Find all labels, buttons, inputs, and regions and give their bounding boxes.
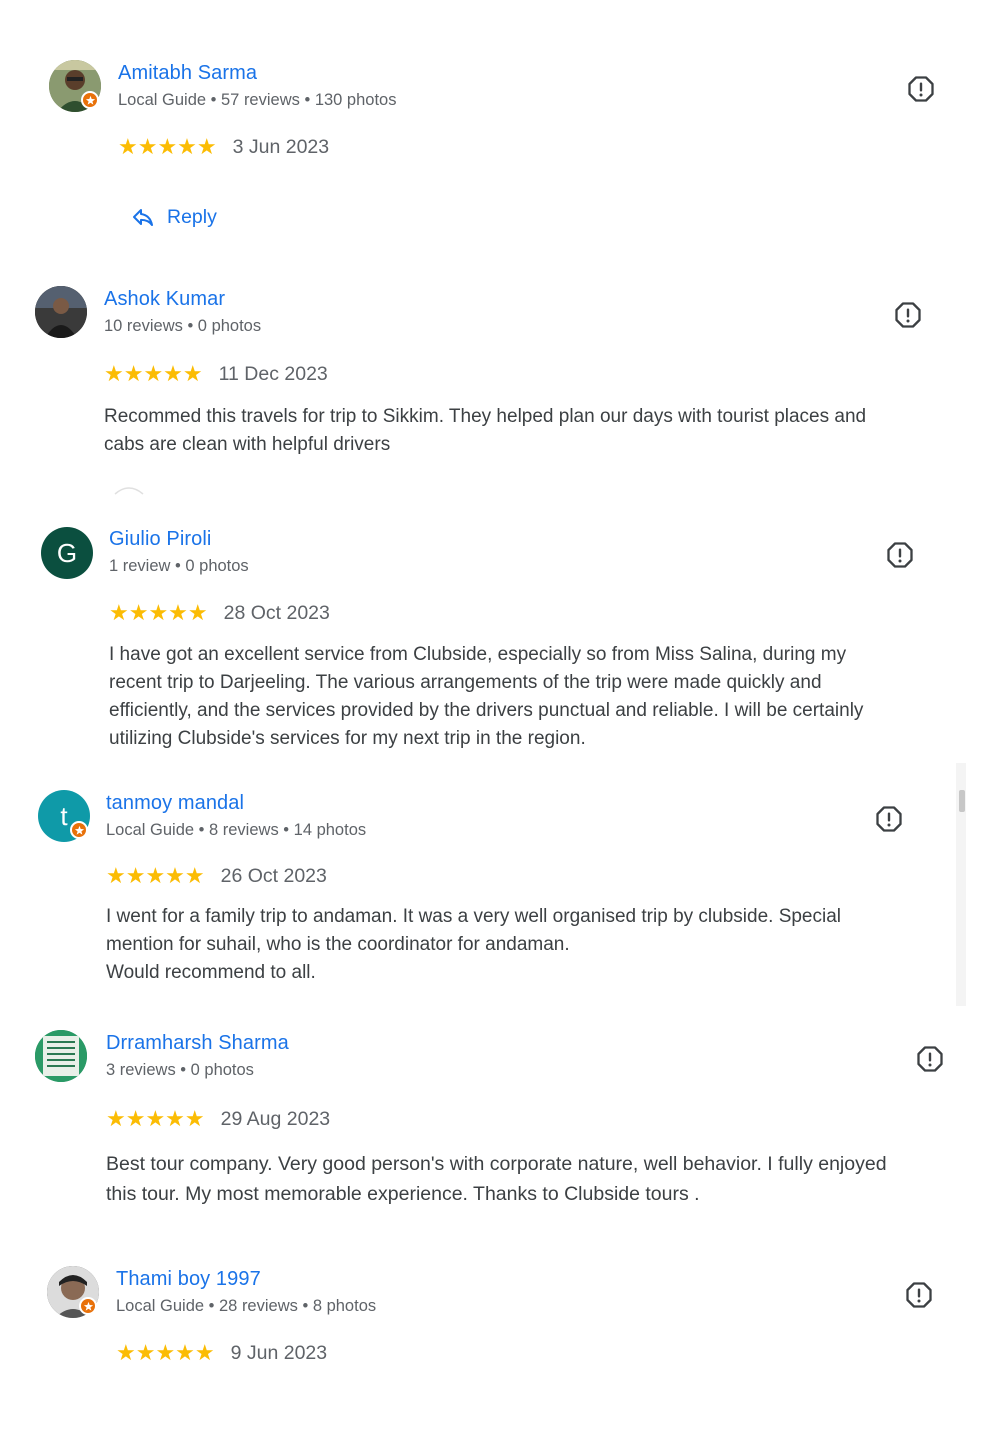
local-guide-badge-icon (81, 91, 99, 109)
rating-row: ★★★★★ 3 Jun 2023 (118, 136, 329, 159)
scrollbar-thumb[interactable] (959, 790, 965, 812)
star-rating: ★★★★★ (106, 1106, 205, 1132)
star-rating: ★★★★★ (118, 134, 217, 160)
reviewer-meta: 1 review • 0 photos (109, 557, 249, 575)
rating-row: ★★★★★ 29 Aug 2023 (106, 1108, 330, 1131)
report-flag-icon[interactable] (907, 75, 935, 103)
reviewer-name[interactable]: Thami boy 1997 (116, 1268, 261, 1291)
review-card: Amitabh Sarma Local Guide • 57 reviews •… (0, 0, 1000, 260)
report-flag-icon[interactable] (905, 1281, 933, 1309)
reply-arrow-icon (133, 209, 153, 226)
rating-row: ★★★★★ 9 Jun 2023 (116, 1342, 327, 1365)
reviewer-meta: 3 reviews • 0 photos (106, 1061, 254, 1079)
review-date: 29 Aug 2023 (220, 1108, 331, 1130)
rating-row: ★★★★★ 28 Oct 2023 (109, 602, 330, 625)
report-flag-icon[interactable] (916, 1045, 944, 1073)
report-flag-icon[interactable] (886, 541, 914, 569)
local-guide-badge-icon (79, 1297, 97, 1315)
reviewer-meta: Local Guide • 57 reviews • 130 photos (118, 91, 397, 109)
loading-indicator (114, 487, 144, 495)
review-text: Recommed this travels for trip to Sikkim… (104, 406, 867, 455)
avatar-letter: G (56, 537, 78, 568)
reply-label: Reply (167, 205, 217, 228)
reviewer-meta: Local Guide • 8 reviews • 14 photos (106, 821, 367, 839)
review-date: 3 Jun 2023 (232, 136, 330, 158)
star-rating: ★★★★★ (116, 1340, 215, 1366)
report-flag-icon[interactable] (875, 805, 903, 833)
avatar[interactable]: G (41, 527, 93, 579)
reviewer-meta: 10 reviews • 0 photos (104, 317, 262, 335)
avatar[interactable] (35, 286, 87, 338)
review-date: 26 Oct 2023 (220, 865, 327, 887)
star-rating: ★★★★★ (109, 600, 208, 626)
star-rating: ★★★★★ (104, 361, 203, 387)
reviewer-name[interactable]: Drramharsh Sharma (106, 1032, 289, 1055)
reviewer-meta: Local Guide • 28 reviews • 8 photos (116, 1297, 377, 1315)
review-date: 9 Jun 2023 (230, 1342, 328, 1364)
star-rating: ★★★★★ (106, 863, 205, 889)
review-text: Best tour company. Very good person's wi… (106, 1153, 887, 1205)
report-flag-icon[interactable] (894, 301, 922, 329)
rating-row: ★★★★★ 26 Oct 2023 (106, 865, 327, 888)
rating-row: ★★★★★ 11 Dec 2023 (104, 363, 328, 386)
reply-button[interactable]: Reply (131, 205, 217, 229)
reviewer-name[interactable]: Giulio Piroli (109, 528, 211, 551)
avatar-letter: t (60, 800, 68, 831)
avatar[interactable] (35, 1030, 87, 1082)
review-text: I have got an excellent service from Clu… (109, 644, 864, 749)
reviewer-name[interactable]: Amitabh Sarma (118, 62, 257, 85)
reviewer-name[interactable]: Ashok Kumar (104, 288, 225, 311)
review-date: 11 Dec 2023 (218, 363, 328, 385)
reviewer-name[interactable]: tanmoy mandal (106, 792, 244, 815)
local-guide-badge-icon (70, 821, 88, 839)
review-date: 28 Oct 2023 (223, 602, 330, 624)
review-text: I went for a family trip to andaman. It … (106, 906, 842, 983)
